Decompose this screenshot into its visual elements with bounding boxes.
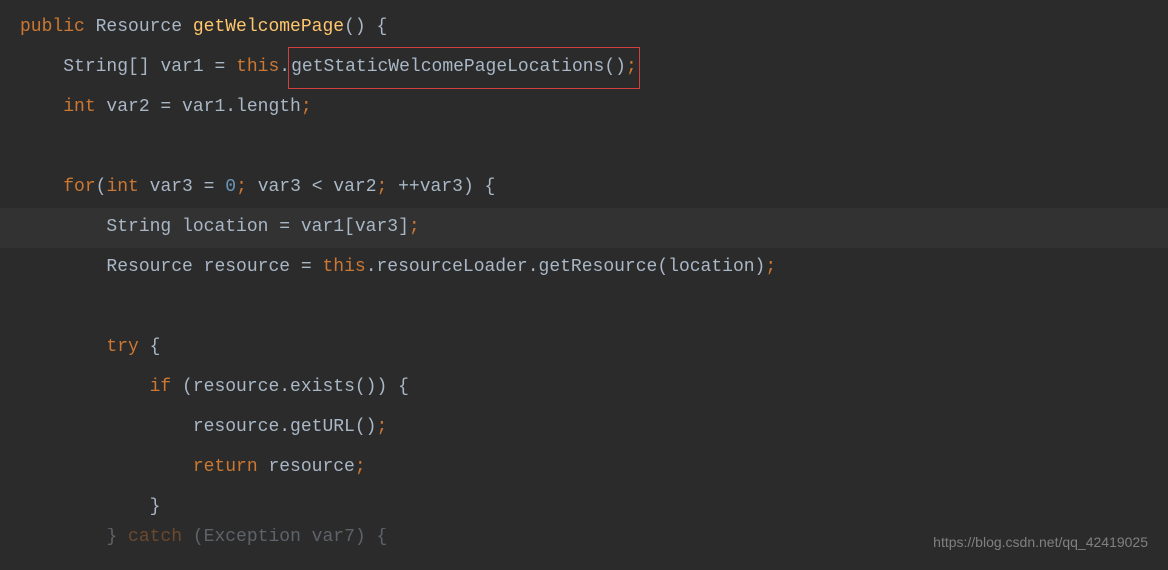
indent [20, 88, 63, 128]
semicolon: ; [355, 448, 366, 488]
statement: String location = var1[var3] [106, 208, 408, 248]
code-line-7[interactable]: Resource resource = this.resourceLoader.… [20, 248, 1168, 288]
indent [20, 528, 106, 548]
code-line-5[interactable]: for(int var3 = 0; var3 < var2; ++var3) { [20, 168, 1168, 208]
code-line-8-blank[interactable] [20, 288, 1168, 328]
keyword-catch: catch [128, 528, 182, 548]
code-line-9[interactable]: try { [20, 328, 1168, 368]
code-line-12[interactable]: return resource; [20, 448, 1168, 488]
code-line-1[interactable]: public Resource getWelcomePage() { [20, 8, 1168, 48]
var-assign: var2 = var1.length [96, 88, 301, 128]
semicolon: ; [236, 168, 247, 208]
blank [20, 288, 31, 328]
indent [20, 328, 106, 368]
code-line-13[interactable]: } [20, 488, 1168, 528]
keyword-this: this [322, 248, 365, 288]
increment: ++var3) { [387, 168, 495, 208]
method-name: getWelcomePage [193, 8, 344, 48]
code-editor[interactable]: public Resource getWelcomePage() { Strin… [0, 0, 1168, 548]
highlighted-method-call: getStaticWelcomePageLocations(); [288, 47, 640, 89]
keyword-int: int [63, 88, 95, 128]
type-resource: Resource [85, 8, 193, 48]
keyword-return: return [193, 448, 258, 488]
semicolon: ; [765, 248, 776, 288]
var-assign: var3 = [139, 168, 225, 208]
var-assign: var1 = [160, 48, 236, 88]
open-paren: ( [96, 168, 107, 208]
return-value: resource [258, 448, 355, 488]
indent [20, 48, 63, 88]
brace: } [106, 528, 128, 548]
code-line-4-blank[interactable] [20, 128, 1168, 168]
semicolon: ; [409, 208, 420, 248]
brace: } [150, 488, 161, 528]
semicolon: ; [376, 408, 387, 448]
method-call: resource.getURL() [193, 408, 377, 448]
condition: var3 < var2 [247, 168, 377, 208]
type-resource: Resource resource = [106, 248, 322, 288]
keyword-this: this [236, 48, 279, 88]
blank [20, 128, 31, 168]
code-line-3[interactable]: int var2 = var1.length; [20, 88, 1168, 128]
keyword-public: public [20, 8, 85, 48]
semicolon: ; [377, 168, 388, 208]
code-line-10[interactable]: if (resource.exists()) { [20, 368, 1168, 408]
indent [20, 488, 150, 528]
keyword-if: if [150, 368, 172, 408]
watermark-text: https://blog.csdn.net/qq_42419025 [933, 527, 1148, 558]
indent [20, 168, 63, 208]
condition: (resource.exists()) { [171, 368, 409, 408]
semicolon: ; [301, 88, 312, 128]
code-line-2[interactable]: String[] var1 = this.getStaticWelcomePag… [20, 48, 1168, 88]
indent [20, 408, 193, 448]
indent [20, 248, 106, 288]
keyword-int: int [106, 168, 138, 208]
code-line-6-highlighted[interactable]: String location = var1[var3]; [0, 208, 1168, 248]
method-chain: .resourceLoader.getResource(location) [366, 248, 766, 288]
indent [20, 208, 106, 248]
code-line-11[interactable]: resource.getURL(); [20, 408, 1168, 448]
parens: () { [344, 8, 387, 48]
brace: { [139, 328, 161, 368]
type-string: String[] [63, 48, 160, 88]
indent [20, 448, 193, 488]
number-zero: 0 [225, 168, 236, 208]
indent [20, 368, 150, 408]
catch-clause: (Exception var7) { [182, 528, 387, 548]
keyword-try: try [106, 328, 138, 368]
keyword-for: for [63, 168, 95, 208]
